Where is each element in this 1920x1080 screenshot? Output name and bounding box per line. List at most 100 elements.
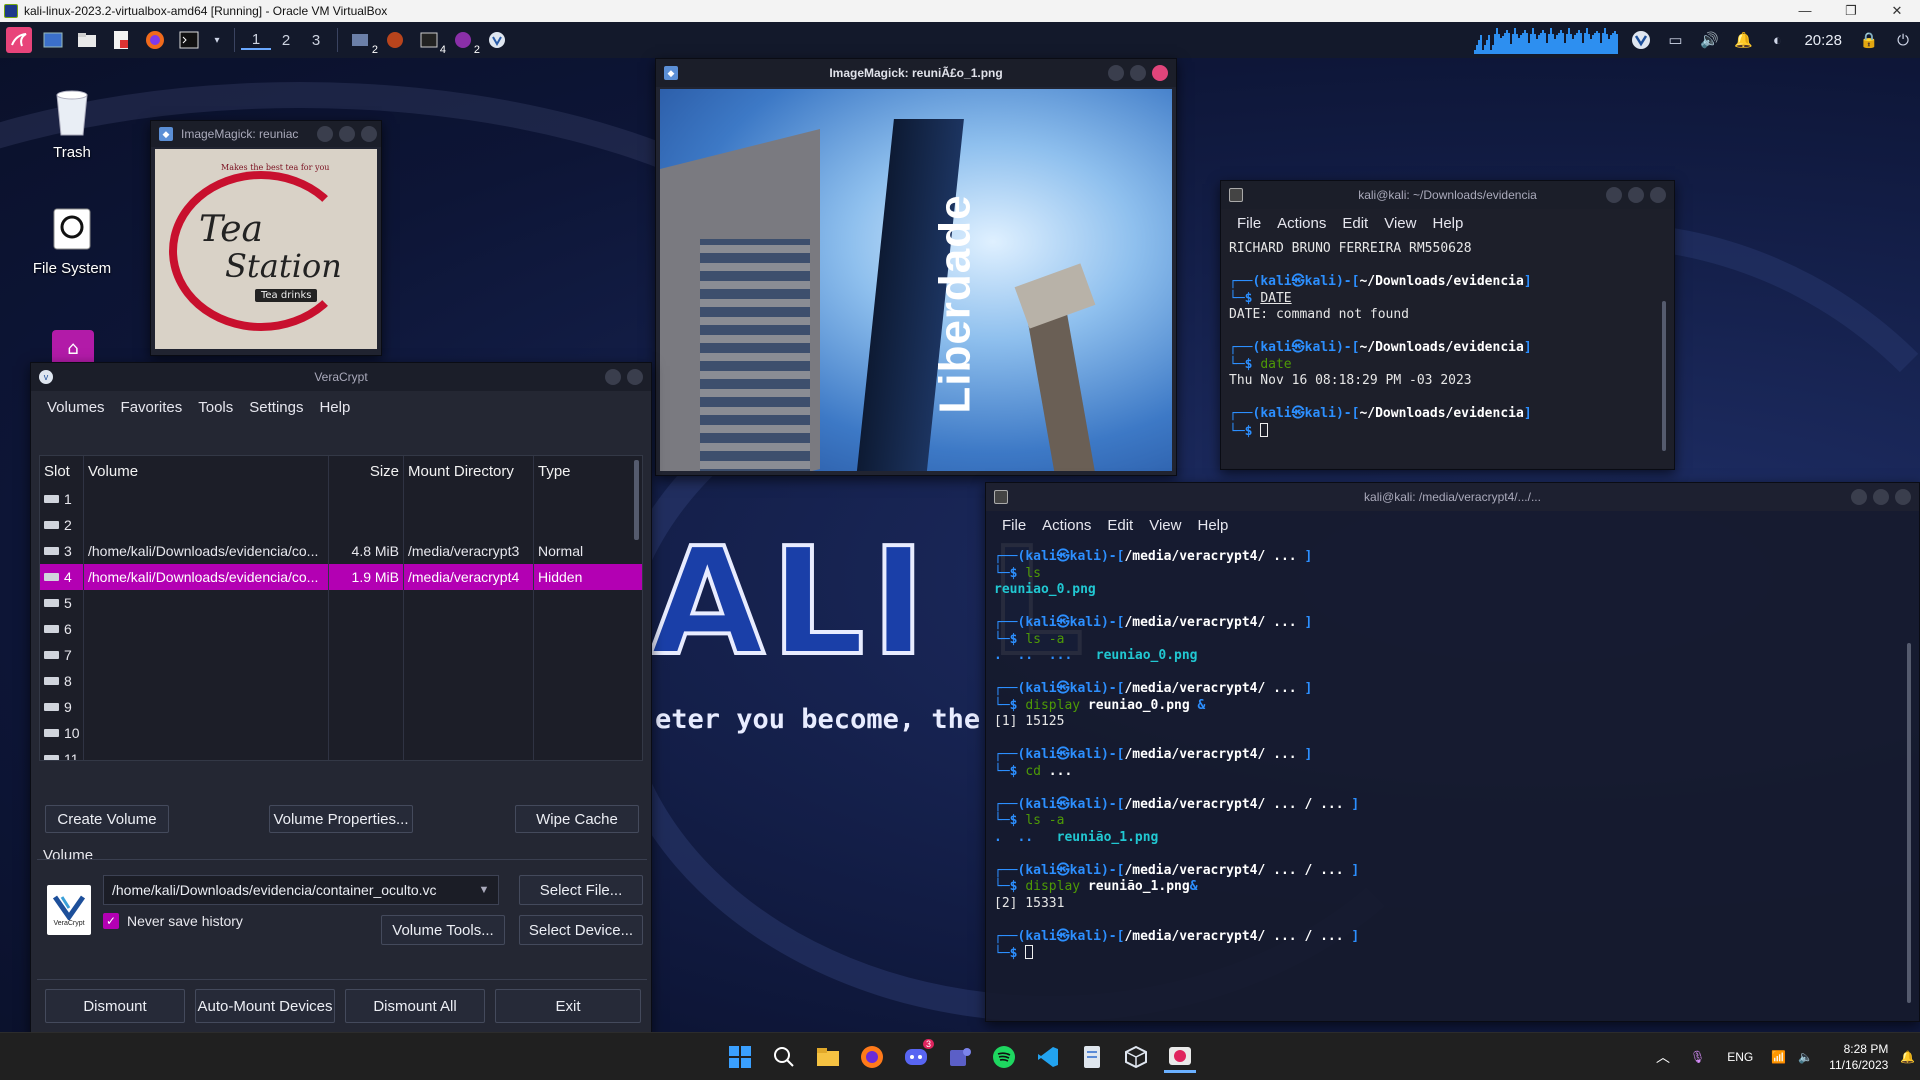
select-device-button[interactable]: Select Device... [519, 915, 643, 945]
terminal-icon[interactable] [176, 27, 202, 53]
lock-icon[interactable]: 🔒 [1856, 27, 1882, 53]
workspace-2[interactable]: 2 [271, 32, 301, 49]
table-row[interactable]: 6 [40, 616, 642, 642]
terminal-output[interactable]: RICHARD BRUNO FERREIRA RM550628 ┌──(kali… [1221, 237, 1674, 444]
create-volume-button[interactable]: Create Volume [45, 805, 169, 833]
chevron-up-icon[interactable]: ︿ [1656, 1047, 1670, 1067]
virtualbox-taskbar-icon[interactable] [1120, 1041, 1152, 1073]
auto-mount-devices-button[interactable]: Auto-Mount Devices [195, 989, 335, 1023]
volume-tools-button[interactable]: Volume Tools... [381, 915, 505, 945]
close-button[interactable] [1650, 187, 1666, 203]
close-button[interactable] [361, 126, 377, 142]
scrollbar[interactable] [1662, 301, 1666, 451]
notepad-icon[interactable] [1076, 1041, 1108, 1073]
dismount-button[interactable]: Dismount [45, 989, 185, 1023]
discord-icon[interactable]: 3 [900, 1039, 934, 1073]
notification-bell-icon[interactable]: 🔔 [1730, 27, 1756, 53]
column-header-slot[interactable]: Slot [40, 456, 84, 486]
maximize-button[interactable] [1130, 65, 1146, 81]
window-titlebar[interactable]: kali@kali: ~/Downloads/evidencia [1221, 181, 1674, 209]
maximize-icon[interactable]: ❐ [1828, 3, 1874, 19]
table-row[interactable]: 5 [40, 590, 642, 616]
workspace-1[interactable]: 1 [241, 31, 271, 50]
menu-settings[interactable]: Settings [241, 399, 311, 416]
menu-edit[interactable]: Edit [1334, 215, 1376, 232]
window-titlebar[interactable]: v VeraCrypt [31, 363, 651, 391]
maximize-button[interactable] [339, 126, 355, 142]
menu-file[interactable]: File [994, 517, 1034, 534]
minimize-button[interactable] [317, 126, 333, 142]
close-button[interactable] [627, 369, 643, 385]
menu-help[interactable]: Help [311, 399, 358, 416]
window-titlebar[interactable]: ◆ ImageMagick: reuniac [151, 121, 381, 147]
minimize-button[interactable] [1851, 489, 1867, 505]
text-editor-icon[interactable] [108, 27, 134, 53]
minimize-icon[interactable]: — [1782, 3, 1828, 19]
power-manager-icon[interactable]: ◐ [1764, 27, 1790, 53]
minimize-button[interactable] [605, 369, 621, 385]
table-row[interactable]: 2 [40, 512, 642, 538]
speaker-icon[interactable]: 🔈 [1798, 1050, 1813, 1064]
volume-properties-button[interactable]: Volume Properties... [269, 805, 413, 833]
file-explorer-icon[interactable] [812, 1041, 844, 1073]
taskbar-clock[interactable]: 8:28 PM 11/16/2023 [1829, 1041, 1888, 1073]
display-icon[interactable]: ▭ [1662, 27, 1688, 53]
wipe-cache-button[interactable]: Wipe Cache [515, 805, 639, 833]
menu-tools[interactable]: Tools [190, 399, 241, 416]
terminal-window-group-icon[interactable]: 4 [416, 27, 446, 56]
windows-start-icon[interactable] [724, 1041, 756, 1073]
close-button[interactable] [1152, 65, 1168, 81]
logout-icon[interactable]: ⏻ [1890, 27, 1916, 53]
menu-favorites[interactable]: Favorites [113, 399, 191, 416]
close-button[interactable] [1895, 489, 1911, 505]
firefox-taskbar-icon[interactable] [856, 1041, 888, 1073]
vscode-icon[interactable] [1032, 1041, 1064, 1073]
chevron-down-icon[interactable]: ▾ [210, 27, 224, 53]
volume-icon[interactable]: 🔊 [1696, 27, 1722, 53]
file-manager-icon[interactable] [74, 27, 100, 53]
menu-view[interactable]: View [1141, 517, 1189, 534]
table-row[interactable]: 11 [40, 746, 642, 760]
minimize-button[interactable] [1108, 65, 1124, 81]
volume-path-combobox[interactable]: /home/kali/Downloads/evidencia/container… [103, 875, 499, 905]
wifi-icon[interactable]: 📶 [1771, 1050, 1786, 1064]
column-header-volume[interactable]: Volume [84, 456, 329, 486]
exit-button[interactable]: Exit [495, 989, 641, 1023]
table-row[interactable]: 4/home/kali/Downloads/evidencia/co... 1.9… [40, 564, 642, 590]
language-indicator[interactable]: ENG [1727, 1050, 1753, 1064]
imagemagick-window-group-icon[interactable]: 2 [450, 27, 480, 56]
desktop-icon-trash[interactable]: Trash [22, 88, 122, 161]
maximize-button[interactable] [1873, 489, 1889, 505]
table-row[interactable]: 10 [40, 720, 642, 746]
home-folder-icon[interactable]: ⌂ [52, 330, 94, 366]
terminal-output[interactable]: ┌──(kali㉿kali)-[/media/veracrypt4/ ... ]… [986, 539, 1919, 967]
show-desktop-icon[interactable] [40, 27, 66, 53]
menu-edit[interactable]: Edit [1099, 517, 1141, 534]
firefox-icon[interactable] [142, 27, 168, 53]
kali-vm-taskbar-icon[interactable] [1164, 1041, 1196, 1073]
dismount-all-button[interactable]: Dismount All [345, 989, 485, 1023]
veracrypt-window-icon[interactable] [484, 27, 510, 53]
chevron-down-icon[interactable]: ▼ [470, 884, 498, 896]
spotify-icon[interactable] [988, 1041, 1020, 1073]
scrollbar[interactable] [634, 460, 639, 540]
menu-help[interactable]: Help [1424, 215, 1471, 232]
workspace-3[interactable]: 3 [301, 32, 331, 49]
teams-icon[interactable] [944, 1041, 976, 1073]
column-header-size[interactable]: Size [329, 456, 404, 486]
menu-help[interactable]: Help [1189, 517, 1236, 534]
menu-actions[interactable]: Actions [1269, 215, 1334, 232]
never-save-history-checkbox[interactable]: ✓ Never save history [103, 913, 243, 929]
kali-menu-icon[interactable] [6, 27, 32, 53]
veracrypt-tray-icon[interactable] [1628, 27, 1654, 53]
table-row[interactable]: 3/home/kali/Downloads/evidencia/co... 4.8… [40, 538, 642, 564]
taskbar-window-group-icon[interactable]: 2 [348, 27, 378, 56]
select-file-button[interactable]: Select File... [519, 875, 643, 905]
table-row[interactable]: 7 [40, 642, 642, 668]
notification-bell-icon[interactable]: 🔔 [1900, 1050, 1915, 1064]
maximize-button[interactable] [1628, 187, 1644, 203]
close-icon[interactable]: ✕ [1874, 3, 1920, 19]
menu-volumes[interactable]: Volumes [39, 399, 113, 416]
menu-view[interactable]: View [1376, 215, 1424, 232]
window-titlebar[interactable]: ◆ ImageMagick: reuniÃ£o_1.png [656, 59, 1176, 87]
